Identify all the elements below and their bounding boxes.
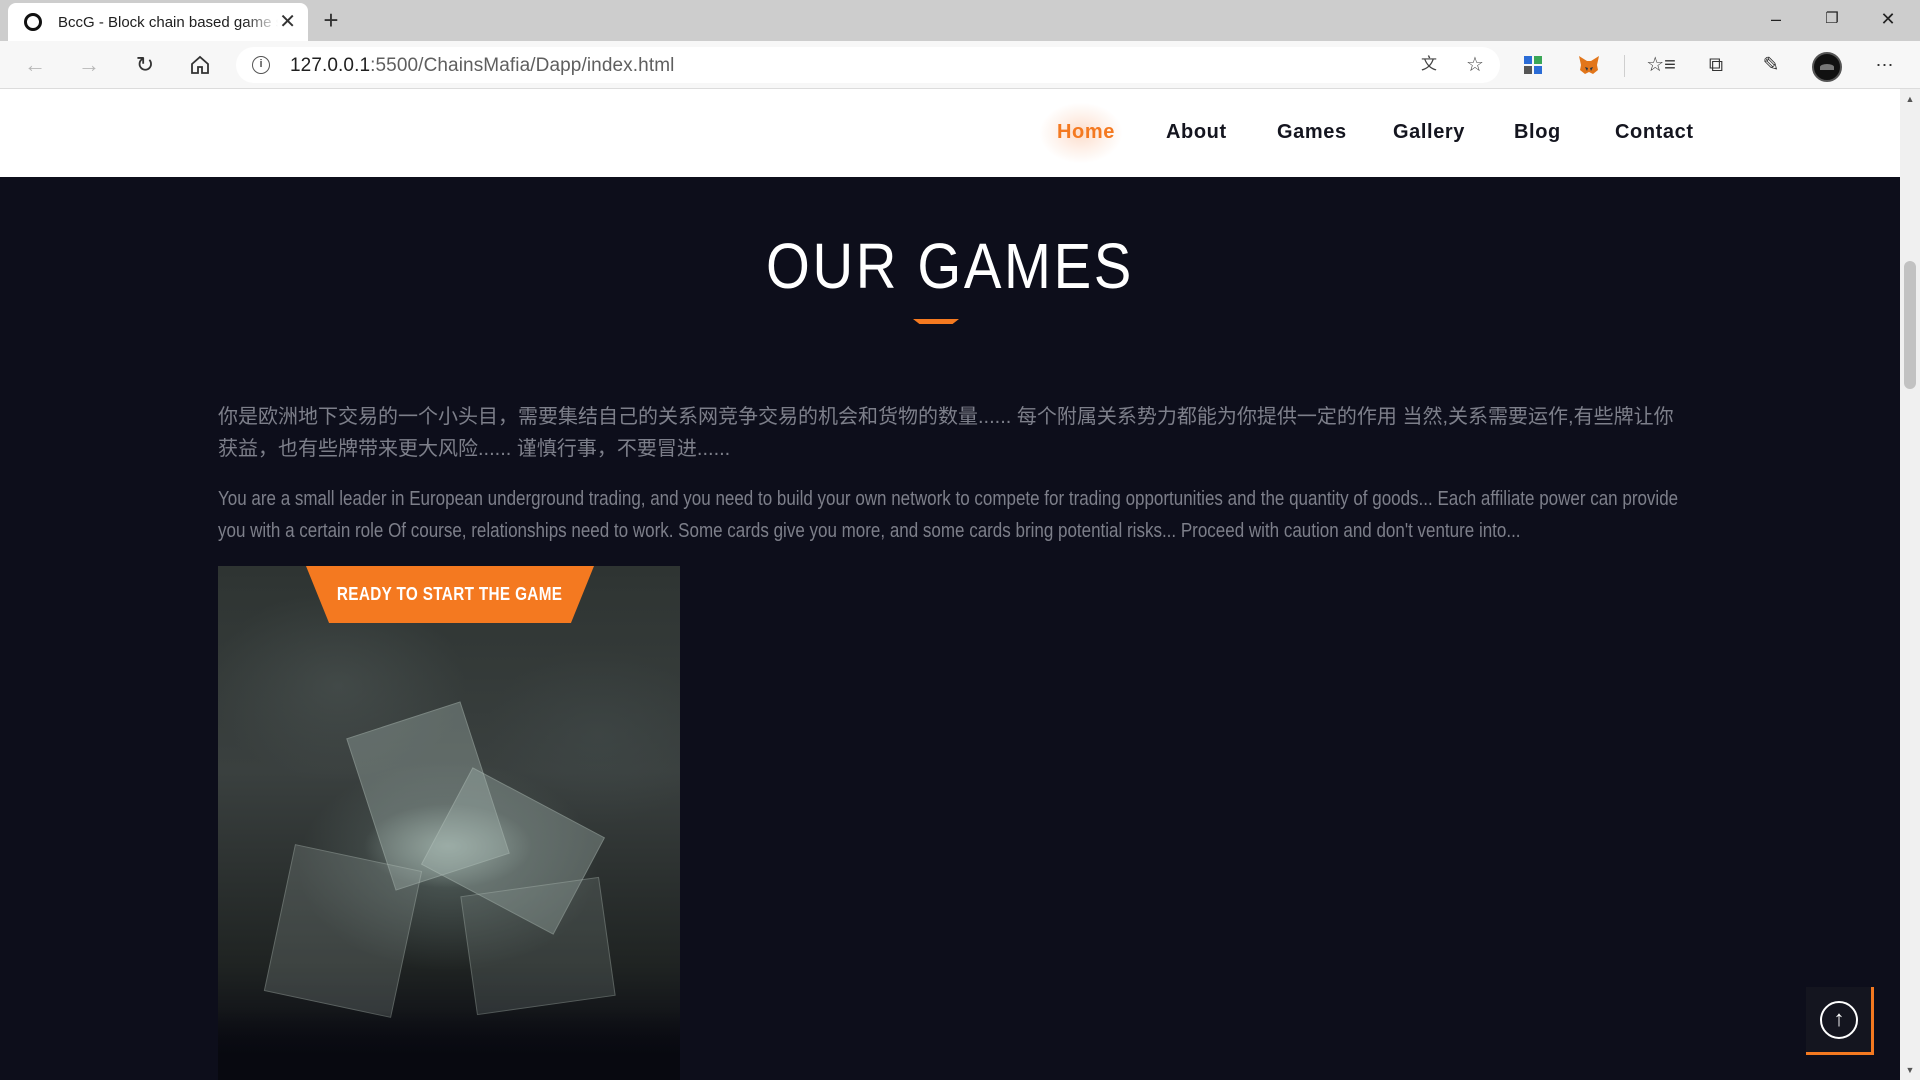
page-scrollbar[interactable]: ▲ ▼ <box>1900 89 1920 1080</box>
section-title: OUR GAMES <box>766 230 1134 302</box>
nav-gallery[interactable]: Gallery <box>1393 121 1465 144</box>
browser-tab[interactable]: BccG - Block chain based game s ✕ <box>8 3 308 41</box>
game-description-en: You are a small leader in European under… <box>218 488 1679 542</box>
arrow-up-icon: ↑ <box>1820 1001 1858 1039</box>
browser-toolbar: ← → ↻ i 127.0.0.1:5500/ChainsMafia/Dapp/… <box>0 41 1920 89</box>
home-icon[interactable] <box>183 49 217 81</box>
toolbar-divider <box>1624 55 1625 77</box>
title-underline <box>913 319 959 324</box>
metamask-fox-icon[interactable] <box>1574 51 1604 79</box>
address-bar[interactable]: i 127.0.0.1:5500/ChainsMafia/Dapp/index.… <box>236 47 1500 83</box>
site-header: Home About Games Gallery Blog Contact <box>0 89 1900 177</box>
game-description-cn: 你是欧洲地下交易的一个小头目，需要集结自己的关系网竞争交易的机会和货物的数量..… <box>218 406 1674 460</box>
nav-blog[interactable]: Blog <box>1514 121 1561 144</box>
nav-about[interactable]: About <box>1166 121 1227 144</box>
close-window-button[interactable]: ✕ <box>1860 0 1916 40</box>
card-bottom-fade <box>218 1010 680 1080</box>
scroll-up-arrow-icon[interactable]: ▲ <box>1900 89 1920 109</box>
card-paper-decor <box>263 844 423 1018</box>
refresh-icon[interactable]: ↻ <box>128 49 162 81</box>
back-arrow-icon[interactable]: ← <box>18 49 52 81</box>
scrollbar-thumb[interactable] <box>1904 261 1916 389</box>
favorites-list-icon[interactable]: ☆≡ <box>1646 51 1676 79</box>
site-favicon-icon <box>24 13 42 31</box>
card-paper-decor <box>460 876 616 1016</box>
feedback-icon[interactable]: ✎ <box>1756 51 1786 79</box>
minimize-button[interactable]: – <box>1748 0 1804 40</box>
tab-close-icon[interactable]: ✕ <box>279 12 296 32</box>
profile-avatar[interactable] <box>1812 52 1842 82</box>
new-tab-button[interactable]: + <box>316 5 346 35</box>
more-options-icon[interactable]: ⋯ <box>1870 51 1900 79</box>
site-info-icon[interactable]: i <box>252 56 270 74</box>
extensions-icon[interactable] <box>1518 51 1548 79</box>
browser-tabstrip: BccG - Block chain based game s ✕ + – ❐ … <box>0 0 1920 41</box>
tab-title: BccG - Block chain based game s <box>58 13 278 31</box>
game-card-image[interactable]: READY TO START THE GAME <box>218 566 680 1080</box>
scroll-to-top-button[interactable]: ↑ <box>1806 987 1874 1055</box>
start-game-button[interactable]: READY TO START THE GAME <box>306 566 594 623</box>
scroll-down-arrow-icon[interactable]: ▼ <box>1900 1060 1920 1080</box>
restore-button[interactable]: ❐ <box>1804 0 1860 40</box>
url-text[interactable]: 127.0.0.1:5500/ChainsMafia/Dapp/index.ht… <box>290 55 674 77</box>
nav-contact[interactable]: Contact <box>1615 121 1694 144</box>
nav-home[interactable]: Home <box>1057 121 1115 144</box>
favorite-star-icon[interactable]: ☆ <box>1462 53 1488 77</box>
page-viewport: Home About Games Gallery Blog Contact OU… <box>0 89 1900 1080</box>
translate-icon[interactable]: 文 <box>1416 53 1442 77</box>
forward-arrow-icon[interactable]: → <box>72 49 106 81</box>
collections-icon[interactable]: ⧉ <box>1701 51 1731 79</box>
nav-games[interactable]: Games <box>1277 121 1347 144</box>
